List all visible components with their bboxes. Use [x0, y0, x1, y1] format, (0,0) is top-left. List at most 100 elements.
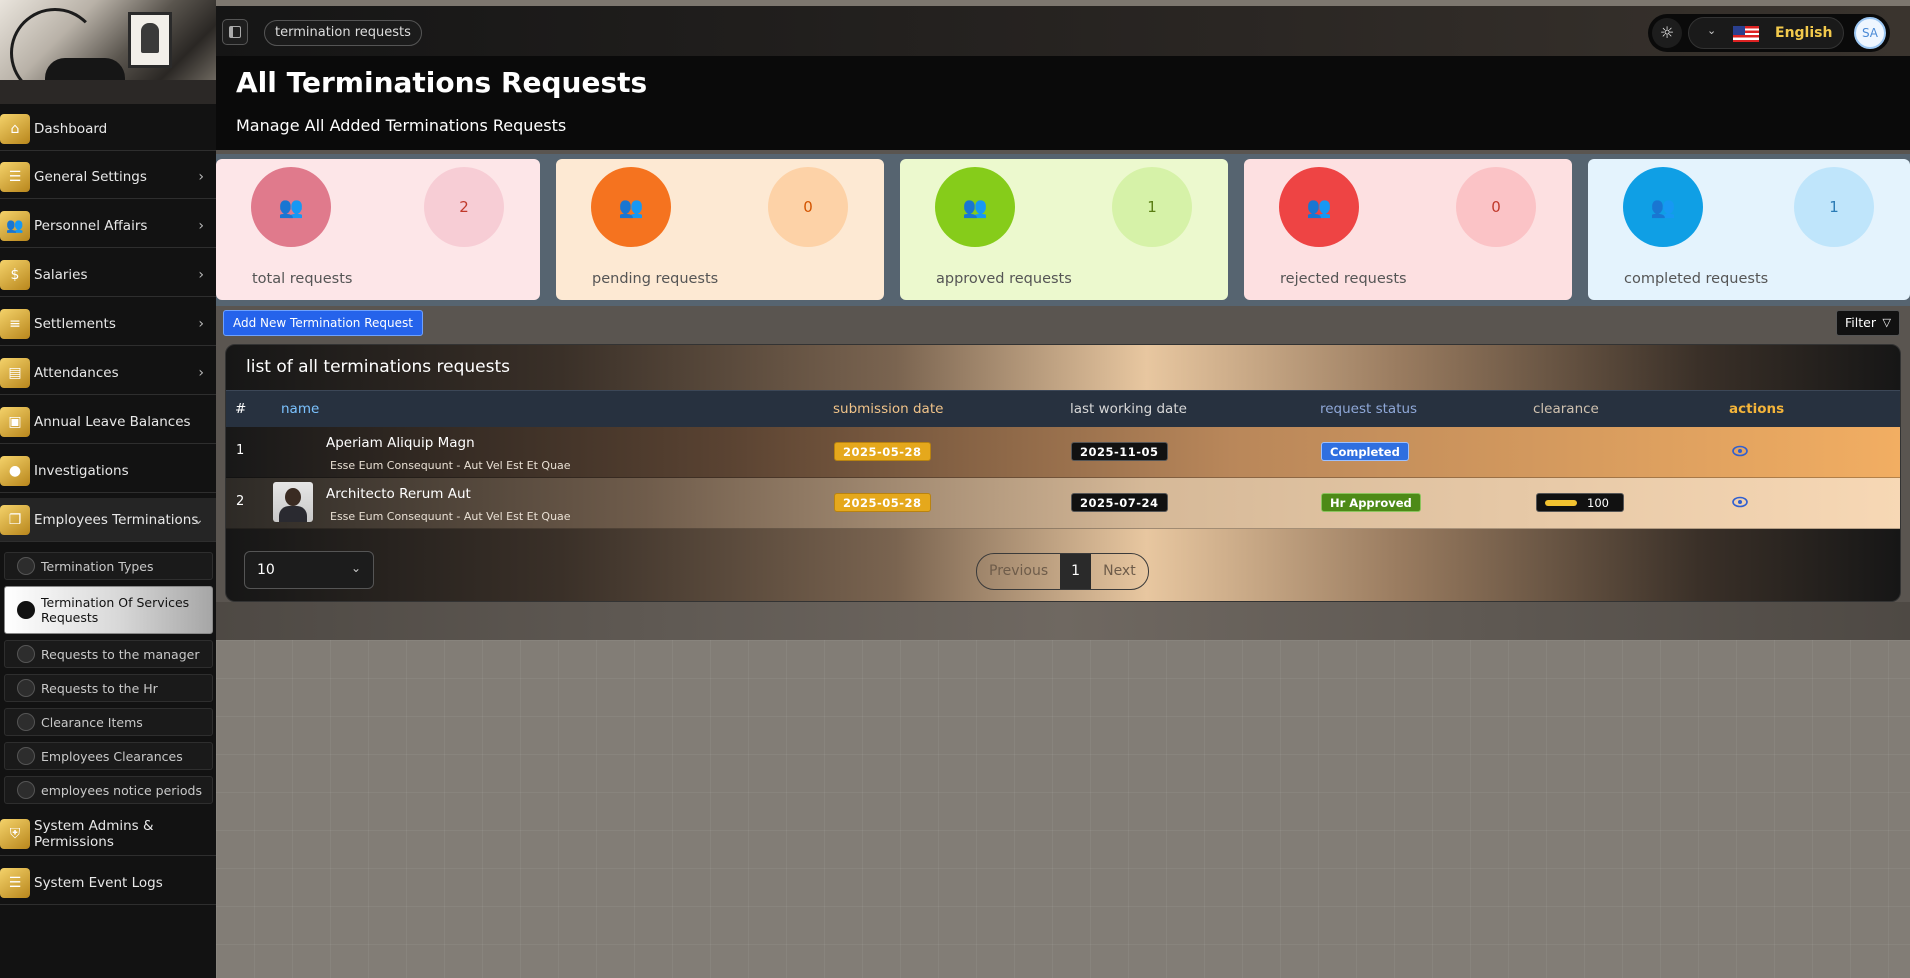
language-selector[interactable]: ⌄ English	[1688, 17, 1844, 49]
submission-date-badge: 2025-05-28	[834, 493, 931, 512]
bag-icon: ▣	[0, 406, 30, 437]
column-header-index: #	[235, 401, 247, 417]
employee-avatar	[273, 482, 313, 522]
sidebar-item-annual-leave-balances[interactable]: ▣ Annual Leave Balances	[0, 400, 216, 444]
sidebar-banner-image	[0, 0, 216, 104]
sidebar-item-investigations[interactable]: ● Investigations	[0, 449, 216, 493]
panel-footer	[216, 602, 1910, 640]
theme-toggle-icon[interactable]: ☼	[1652, 18, 1682, 48]
sidebar-item-attendances[interactable]: ▤ Attendances ›	[0, 351, 216, 395]
filter-button[interactable]: Filter ▽	[1836, 310, 1900, 336]
users-icon: 👥	[0, 210, 30, 241]
sidebar-item-dashboard[interactable]: ⌂ Dashboard	[0, 107, 216, 151]
sidebar-item-label: Dashboard	[34, 120, 108, 137]
chevron-right-icon: ›	[198, 267, 204, 283]
sidebar-subitem-requests-to-manager[interactable]: Requests to the manager	[4, 640, 213, 668]
sidebar-subitem-label: Requests to the manager	[41, 646, 200, 662]
table-header: # name submission date last working date…	[226, 390, 1900, 427]
sidebar-item-label: Annual Leave Balances	[34, 413, 191, 430]
column-header-submission-date[interactable]: submission date	[833, 401, 943, 417]
sidebar-subitem-clearance-items[interactable]: Clearance Items	[4, 708, 213, 736]
table-row[interactable]: 1 Aperiam Aliquip Magn Esse Eum Consequu…	[226, 427, 1900, 478]
sidebar-item-system-admins[interactable]: ⛨ System Admins & Permissions	[0, 812, 216, 856]
stat-label: approved requests	[936, 271, 1072, 287]
status-badge: Completed	[1321, 442, 1409, 461]
pagination-previous[interactable]: Previous	[977, 554, 1060, 589]
employee-name: Aperiam Aliquip Magn	[326, 435, 475, 451]
us-flag-icon	[1733, 26, 1759, 42]
layers-icon: ▤	[0, 357, 30, 388]
column-header-actions: actions	[1729, 401, 1785, 417]
pagination-page[interactable]: 1	[1060, 554, 1092, 589]
salary-icon: $	[0, 259, 30, 290]
status-badge: Hr Approved	[1321, 493, 1421, 512]
sidebar-toggle-button[interactable]	[222, 19, 248, 45]
last-working-date-badge: 2025-11-05	[1071, 442, 1168, 461]
chevron-right-icon: ›	[198, 316, 204, 332]
sidebar-item-salaries[interactable]: $ Salaries ›	[0, 253, 216, 297]
sidebar-subitem-termination-types[interactable]: Termination Types	[4, 552, 213, 580]
sidebar-subitem-label: Requests to the Hr	[41, 680, 158, 696]
page-header: All Terminations Requests Manage All Add…	[216, 56, 1910, 150]
sidebar-item-label: System Admins & Permissions	[34, 817, 154, 850]
chevron-right-icon: ›	[198, 169, 204, 185]
top-bar: termination requests ☼ ⌄ English SA	[216, 6, 1910, 56]
sidebar-item-employees-terminations[interactable]: ❐ Employees Terminations ⌄	[0, 498, 216, 542]
users-icon: 👥	[1279, 167, 1359, 247]
pagination-next[interactable]: Next	[1091, 554, 1148, 589]
user-controls: ☼ ⌄ English SA	[1648, 14, 1890, 52]
sidebar-subitem-termination-of-services-requests[interactable]: Termination Of Services Requests	[4, 586, 213, 634]
panel-icon	[229, 26, 241, 38]
stat-value: 2	[424, 167, 504, 247]
menu-icon: ☰	[0, 867, 30, 898]
stat-value: 1	[1112, 167, 1192, 247]
language-label: English	[1775, 25, 1833, 41]
submission-date-badge: 2025-05-28	[834, 442, 931, 461]
chevron-down-icon: ⌄	[1707, 24, 1717, 37]
table-row[interactable]: 2 Architecto Rerum Aut Esse Eum Consequu…	[226, 478, 1900, 529]
sidebar-subitem-label: employees notice periods	[41, 782, 202, 798]
bullet-icon	[17, 557, 35, 575]
row-index: 2	[236, 494, 245, 509]
sidebar-subitem-label: Termination Types	[41, 558, 154, 574]
clearance-progress-bar	[1545, 500, 1577, 506]
chevron-right-icon: ›	[198, 218, 204, 234]
avatar[interactable]: SA	[1854, 17, 1886, 49]
page-subtitle: Manage All Added Terminations Requests	[236, 116, 567, 135]
circle-icon: ●	[0, 455, 30, 486]
sidebar-subitem-employees-notice-periods[interactable]: employees notice periods	[4, 776, 213, 804]
stat-label: total requests	[252, 271, 353, 287]
sidebar-subitem-employees-clearances[interactable]: Employees Clearances	[4, 742, 213, 770]
column-header-last-working-date[interactable]: last working date	[1070, 401, 1187, 417]
sidebar-item-settlements[interactable]: ≡ Settlements ›	[0, 302, 216, 346]
per-page-select[interactable]: 10 ⌄	[244, 551, 374, 589]
list-icon: ≡	[0, 308, 30, 339]
sidebar-item-system-event-logs[interactable]: ☰ System Event Logs	[0, 861, 216, 905]
add-termination-request-button[interactable]: Add New Termination Request	[223, 310, 423, 336]
stat-card-approved: 👥 1 approved requests	[900, 159, 1228, 300]
column-header-name[interactable]: name	[281, 401, 319, 417]
row-index: 1	[236, 443, 245, 458]
page-title: All Terminations Requests	[236, 66, 648, 99]
breadcrumb[interactable]: termination requests	[264, 20, 422, 46]
table-title: list of all terminations requests	[246, 357, 511, 377]
stat-label: pending requests	[592, 271, 719, 287]
stat-label: rejected requests	[1280, 271, 1407, 287]
home-icon: ⌂	[0, 113, 30, 144]
chevron-down-icon: ⌄	[350, 561, 361, 575]
stat-card-pending: 👥 0 pending requests	[556, 159, 884, 300]
column-header-clearance[interactable]: clearance	[1533, 401, 1599, 417]
sidebar-item-personnel-affairs[interactable]: 👥 Personnel Affairs ›	[0, 204, 216, 248]
sidebar-item-label: Salaries	[34, 266, 88, 283]
sidebar: ⌂ Dashboard ☰ General Settings › 👥 Perso…	[0, 0, 216, 978]
sliders-icon: ☰	[0, 161, 30, 192]
employee-name: Architecto Rerum Aut	[326, 486, 471, 502]
sidebar-item-label: General Settings	[34, 168, 147, 185]
sidebar-item-general-settings[interactable]: ☰ General Settings ›	[0, 155, 216, 199]
stat-card-completed: 👥 1 completed requests	[1588, 159, 1910, 300]
view-eye-icon[interactable]	[1732, 494, 1748, 510]
sidebar-subitem-requests-to-hr[interactable]: Requests to the Hr	[4, 674, 213, 702]
column-header-request-status[interactable]: request status	[1320, 401, 1417, 417]
employee-department: Esse Eum Consequunt - Aut Vel Est Et Qua…	[330, 510, 571, 523]
view-eye-icon[interactable]	[1732, 443, 1748, 459]
